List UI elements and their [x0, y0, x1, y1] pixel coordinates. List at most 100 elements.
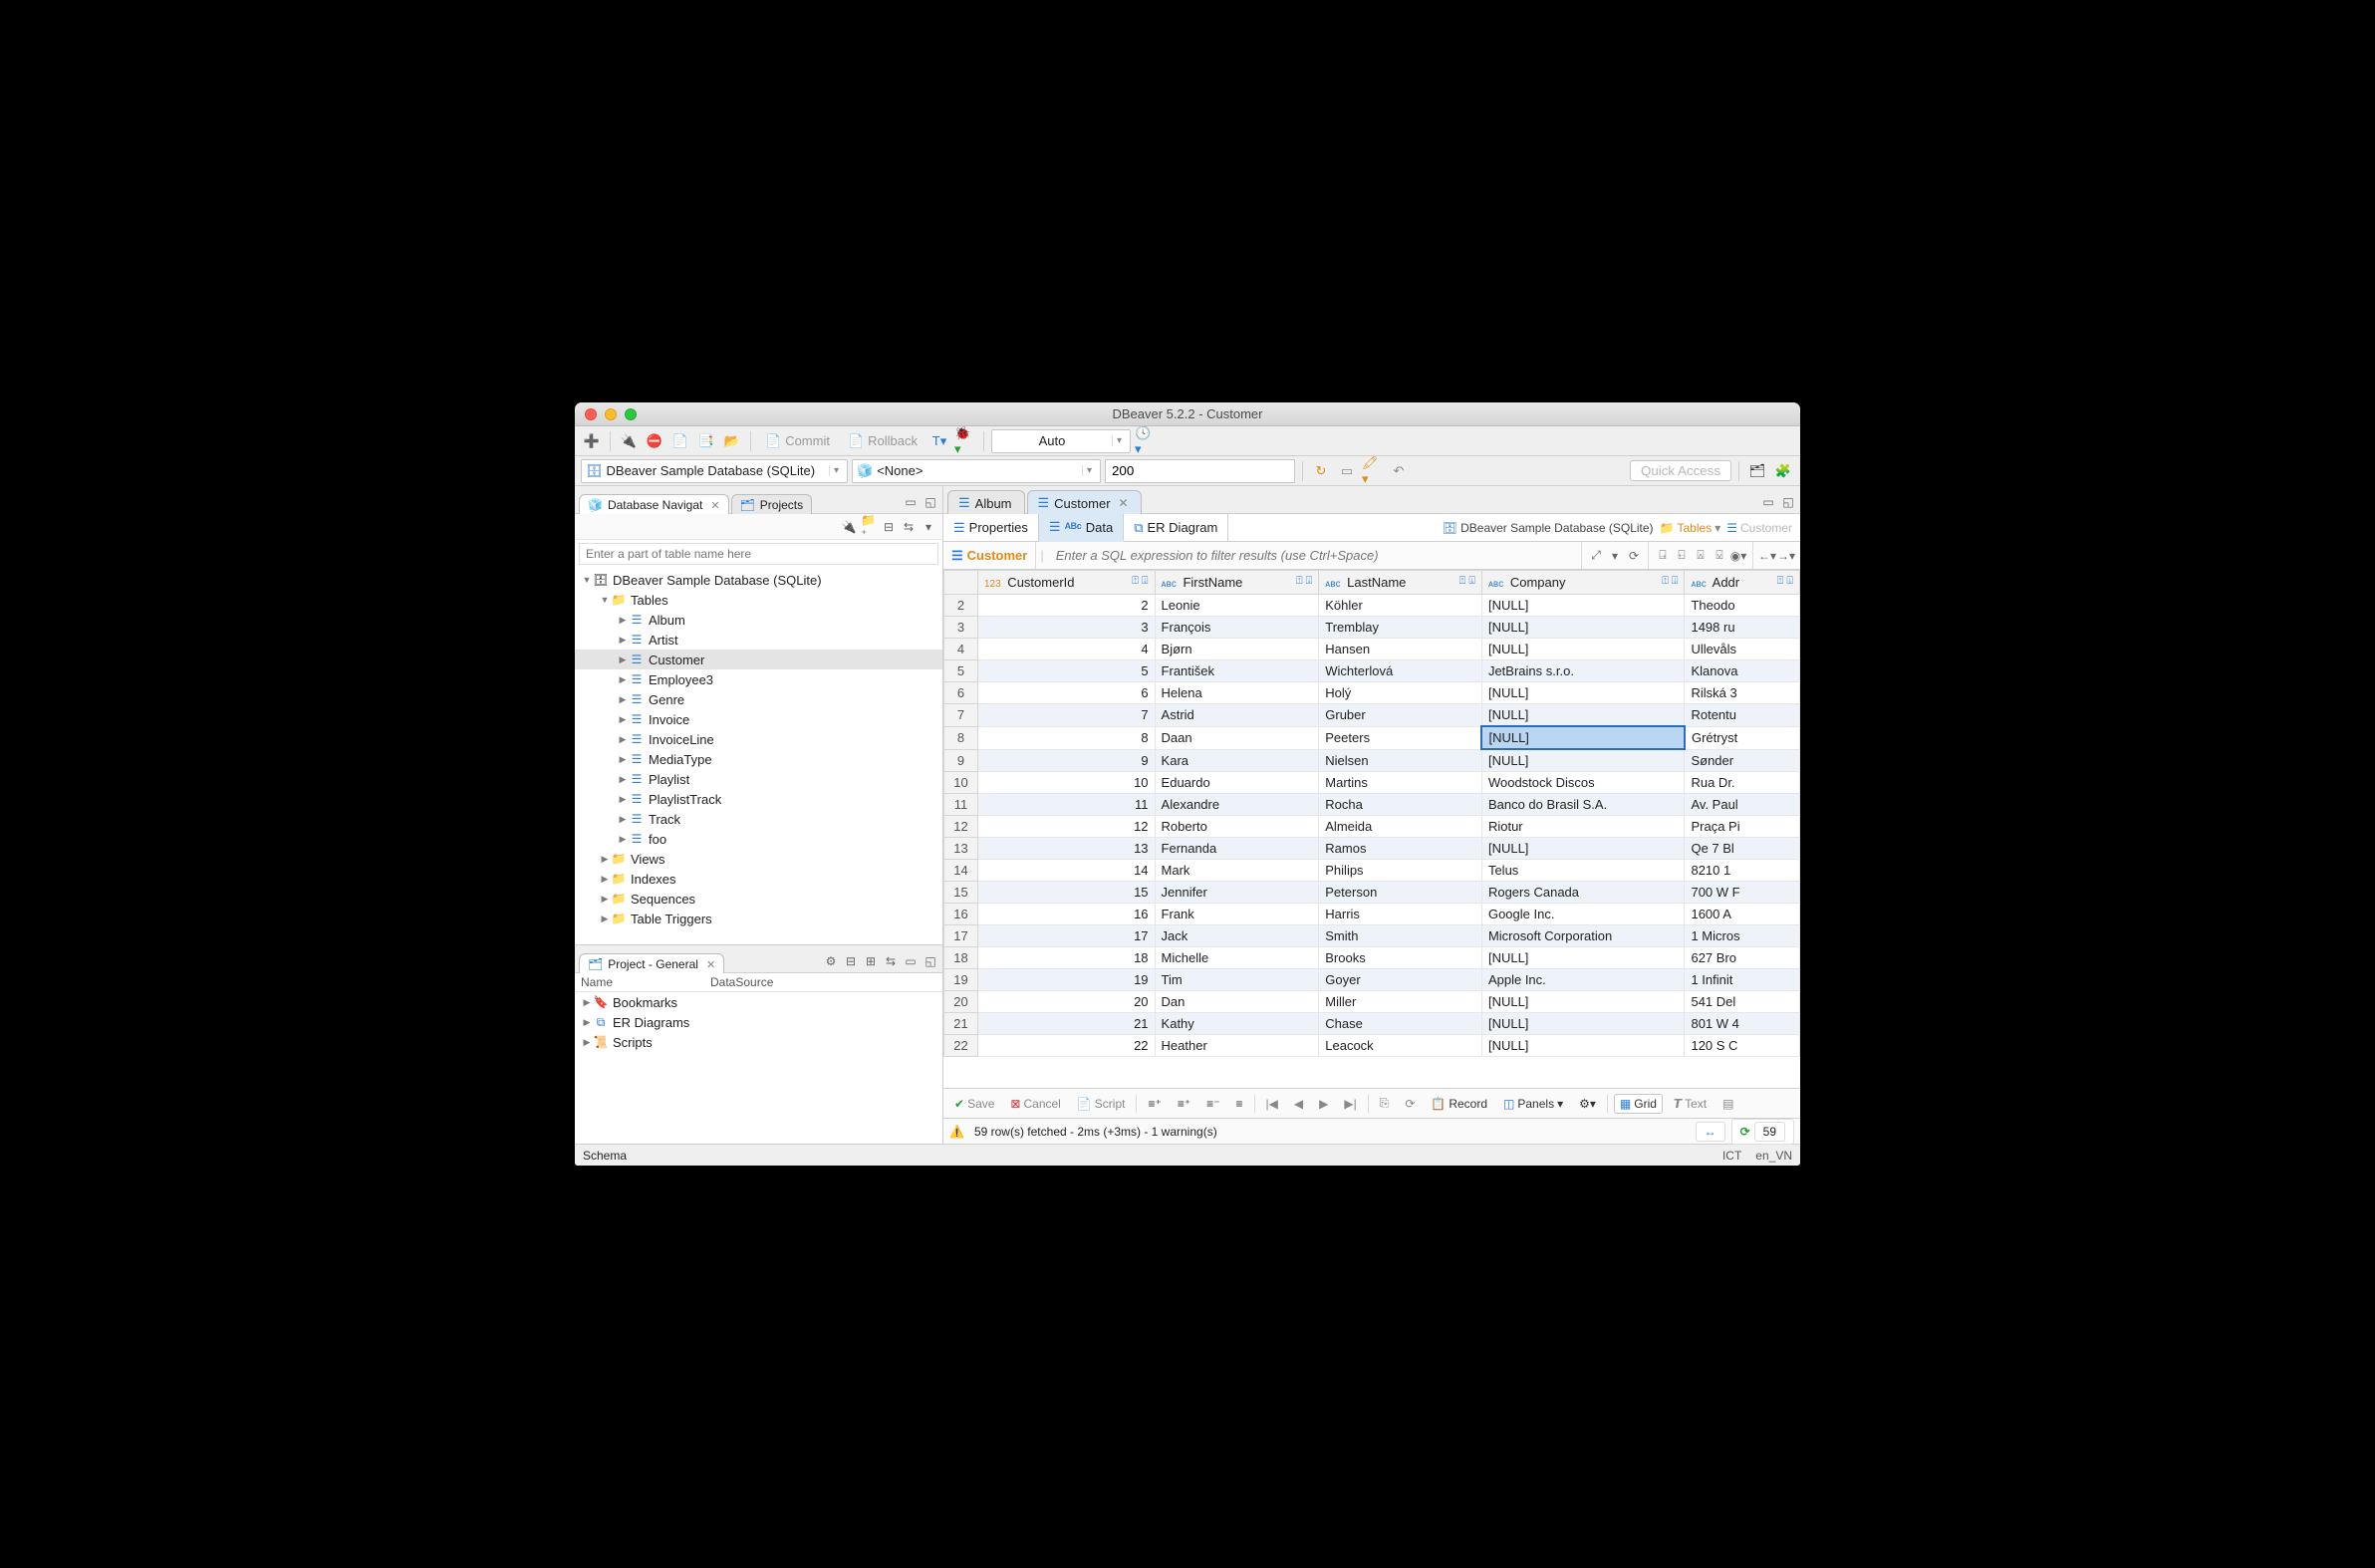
table-row[interactable]: 1919TimGoyerApple Inc.1 Infinit — [944, 969, 1800, 991]
table-row[interactable]: 55FrantišekWichterlováJetBrains s.r.o.Kl… — [944, 660, 1800, 682]
tree-node-playlisttrack[interactable]: ▶☰PlaylistTrack — [575, 789, 942, 809]
table-row[interactable]: 1515JenniferPetersonRogers Canada700 W F — [944, 882, 1800, 904]
refresh-icon[interactable]: ↻ — [1310, 460, 1332, 482]
expand-icon[interactable]: ⊞ — [863, 953, 879, 969]
new-connection-icon[interactable]: ➕ — [581, 430, 603, 452]
commit-button[interactable]: 📄Commit — [758, 430, 837, 452]
recent-sql-icon[interactable]: 📑 — [695, 430, 717, 452]
menu-icon[interactable]: ▾ — [921, 519, 936, 535]
nav-first-icon[interactable]: |◀ — [1261, 1095, 1283, 1113]
table-row[interactable]: 1616FrankHarrisGoogle Inc.1600 A — [944, 904, 1800, 925]
filter-history-icon[interactable]: ▾ — [1607, 548, 1623, 564]
table-row[interactable]: 1414MarkPhilipsTelus8210 1 — [944, 860, 1800, 882]
project-item-er-diagrams[interactable]: ▶⧉ER Diagrams — [575, 1012, 942, 1032]
status-row-count[interactable]: ⟳59 — [1731, 1119, 1794, 1145]
quick-access-button[interactable]: Quick Access — [1630, 460, 1731, 481]
column-header-company[interactable]: ᴀʙᴄ Company⍐ ⍗ — [1481, 571, 1685, 595]
minimize-view-icon[interactable]: ▭ — [903, 494, 919, 510]
maximize-view-icon[interactable]: ◱ — [923, 953, 938, 969]
editor-tab-album[interactable]: ☰Album — [947, 490, 1025, 514]
colorize-icon[interactable]: ◉▾ — [1730, 548, 1746, 564]
cancel-button[interactable]: ⊠Cancel — [1005, 1095, 1065, 1113]
tree-node-foo[interactable]: ▶☰foo — [575, 829, 942, 849]
nav-last-icon[interactable]: ▶| — [1339, 1095, 1361, 1113]
close-icon[interactable]: ✕ — [706, 958, 715, 971]
tree-node-playlist[interactable]: ▶☰Playlist — [575, 769, 942, 789]
table-row[interactable]: 1111AlexandreRochaBanco do Brasil S.A.Av… — [944, 794, 1800, 816]
perspective-other-icon[interactable]: 🧩 — [1772, 460, 1794, 482]
schema-combo[interactable]: 🧊<None>▾ — [852, 459, 1101, 483]
datasource-combo[interactable]: 🗄DBeaver Sample Database (SQLite)▾ — [581, 459, 848, 483]
edit-row-copy-icon[interactable]: ≡⁺ — [1173, 1095, 1195, 1113]
link-editor-icon[interactable]: ⇆ — [901, 519, 917, 535]
table-row[interactable]: 1313FernandaRamos[NULL]Qe 7 Bl — [944, 838, 1800, 860]
table-row[interactable]: 1717JackSmithMicrosoft Corporation1 Micr… — [944, 925, 1800, 947]
stop-icon[interactable]: ▭ — [1336, 460, 1358, 482]
nav-fwd-icon[interactable]: →▾ — [1778, 548, 1794, 564]
filter-add-icon[interactable]: ⍈ — [1655, 548, 1671, 564]
collapse-all-icon[interactable]: ⊟ — [881, 519, 897, 535]
data-grid[interactable]: 123 CustomerId⍐ ⍗ᴀʙᴄ FirstName⍐ ⍗ᴀʙᴄ Las… — [943, 570, 1800, 1088]
close-icon[interactable]: ✕ — [1119, 496, 1129, 510]
editor-tab-customer[interactable]: ☰Customer✕ — [1027, 490, 1142, 514]
grid-mode-button[interactable]: ▦Grid — [1614, 1094, 1663, 1114]
project-item-scripts[interactable]: ▶📜Scripts — [575, 1032, 942, 1052]
project-item-bookmarks[interactable]: ▶🔖Bookmarks — [575, 992, 942, 1012]
edit-row-dup-icon[interactable]: ≡ — [1231, 1095, 1248, 1113]
sql-editor-icon[interactable]: 📄 — [669, 430, 691, 452]
tree-node-sequences[interactable]: ▶📁Sequences — [575, 889, 942, 909]
add-connection-icon[interactable]: 🔌 — [841, 519, 857, 535]
tree-node-dbeaver-sample-database-(sqlite)[interactable]: ▼🗄DBeaver Sample Database (SQLite) — [575, 570, 942, 590]
edit-row-add-icon[interactable]: ≡⁺ — [1143, 1095, 1166, 1113]
rollback-button[interactable]: 📄Rollback — [841, 430, 924, 452]
tree-node-tables[interactable]: ▼📁Tables — [575, 590, 942, 610]
debug-icon[interactable]: 🐞▾ — [954, 430, 976, 452]
undo-icon[interactable]: ↶ — [1388, 460, 1410, 482]
save-button[interactable]: ✔Save — [949, 1095, 999, 1113]
edit-row-delete-icon[interactable]: ≡⁻ — [1201, 1095, 1224, 1113]
table-row[interactable]: 77AstridGruber[NULL]Rotentu — [944, 704, 1800, 727]
connect-icon[interactable]: 🔌 — [618, 430, 640, 452]
collapse-icon[interactable]: ⊟ — [843, 953, 859, 969]
subtab-data[interactable]: ☰ᴬᴮᶜData — [1039, 514, 1124, 542]
fetch-size-icon[interactable]: ⎘ — [1375, 1094, 1395, 1113]
navigator-filter-input[interactable] — [579, 543, 938, 565]
window-zoom-button[interactable] — [625, 408, 637, 420]
tree-node-album[interactable]: ▶☰Album — [575, 610, 942, 630]
status-width-icon[interactable]: ↔ — [1696, 1122, 1725, 1142]
table-row[interactable]: 1818MichelleBrooks[NULL]627 Bro — [944, 947, 1800, 969]
nav-prev-icon[interactable]: ◀ — [1289, 1095, 1308, 1113]
perspective-db-icon[interactable]: 🗂 — [1746, 460, 1768, 482]
panels-button[interactable]: ◫Panels ▾ — [1498, 1095, 1568, 1113]
nav-back-icon[interactable]: ←▾ — [1759, 548, 1775, 564]
table-row[interactable]: 2222HeatherLeacock[NULL]120 S C — [944, 1035, 1800, 1057]
tree-node-invoice[interactable]: ▶☰Invoice — [575, 709, 942, 729]
maximize-view-icon[interactable]: ◱ — [923, 494, 938, 510]
maximize-editor-icon[interactable]: ◱ — [1780, 494, 1796, 510]
tree-node-artist[interactable]: ▶☰Artist — [575, 630, 942, 650]
sql-filter-input[interactable] — [1048, 548, 1581, 563]
gear-icon[interactable]: ⚙ — [823, 953, 839, 969]
filter-settings-icon[interactable]: ⍓ — [1693, 548, 1709, 564]
navigator-tree[interactable]: ▼🗄DBeaver Sample Database (SQLite)▼📁Tabl… — [575, 568, 942, 944]
presentation-icon[interactable]: ▤ — [1717, 1095, 1738, 1113]
history-icon[interactable]: 🕓▾ — [1135, 430, 1157, 452]
tab-projects[interactable]: 🗂Projects — [731, 494, 813, 514]
tab-database-navigator[interactable]: 🧊Database Navigat✕ — [579, 494, 729, 514]
open-sql-icon[interactable]: 📂 — [721, 430, 743, 452]
column-header-firstname[interactable]: ᴀʙᴄ FirstName⍐ ⍗ — [1155, 571, 1319, 595]
tree-node-track[interactable]: ▶☰Track — [575, 809, 942, 829]
minimize-editor-icon[interactable]: ▭ — [1760, 494, 1776, 510]
table-row[interactable]: 2020DanMiller[NULL]541 Del — [944, 991, 1800, 1013]
script-button[interactable]: 📄Script — [1072, 1095, 1131, 1113]
tree-node-customer[interactable]: ▶☰Customer — [575, 650, 942, 669]
nav-next-icon[interactable]: ▶ — [1314, 1095, 1333, 1113]
tree-node-indexes[interactable]: ▶📁Indexes — [575, 869, 942, 889]
text-mode-button[interactable]: 𝙏Text — [1669, 1095, 1712, 1113]
subtab-properties[interactable]: ☰Properties — [943, 514, 1039, 541]
link-icon[interactable]: ⇆ — [883, 953, 899, 969]
isolation-combo[interactable]: Auto▾ — [991, 429, 1131, 453]
tree-node-mediatype[interactable]: ▶☰MediaType — [575, 749, 942, 769]
window-minimize-button[interactable] — [605, 408, 617, 420]
disconnect-icon[interactable]: ⛔ — [644, 430, 665, 452]
